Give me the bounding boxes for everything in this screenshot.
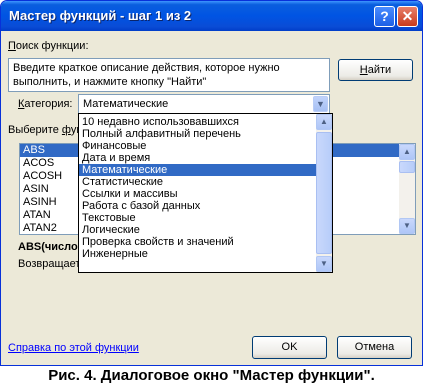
category-option[interactable]: 10 недавно использовавшихся xyxy=(79,116,317,128)
find-button[interactable]: Найти xyxy=(338,59,413,81)
cancel-button[interactable]: Отмена xyxy=(337,336,412,359)
category-option[interactable]: Финансовые xyxy=(79,140,317,152)
category-option[interactable]: Работа с базой данных xyxy=(79,200,317,212)
category-option[interactable]: Ссылки и массивы xyxy=(79,188,317,200)
function-list-label: Выберите фун xyxy=(8,124,83,136)
scroll-up-icon[interactable]: ▲ xyxy=(316,114,332,130)
ok-button[interactable]: OK xyxy=(252,336,327,359)
category-option[interactable]: Полный алфавитный перечень xyxy=(79,128,317,140)
category-option[interactable]: Инженерные xyxy=(79,248,317,260)
figure-caption: Рис. 4. Диалоговое окно "Мастер функции"… xyxy=(48,367,375,384)
category-value: Математические xyxy=(83,98,169,110)
category-option[interactable]: Математические xyxy=(79,164,317,176)
scroll-down-icon[interactable]: ▼ xyxy=(316,256,332,272)
function-signature: ABS(число xyxy=(18,241,78,253)
search-label: Поиск функции: xyxy=(8,40,89,52)
category-options: 10 недавно использовавшихся Полный алфави… xyxy=(79,116,317,260)
category-label: Категория: xyxy=(18,98,73,110)
search-input[interactable]: Введите краткое описание действия, котор… xyxy=(8,58,330,92)
help-icon[interactable]: ? xyxy=(374,6,395,27)
category-option[interactable]: Логические xyxy=(79,224,317,236)
help-link[interactable]: Справка по этой функции xyxy=(8,342,139,354)
function-wizard-dialog: Мастер функций - шаг 1 из 2 ? ✕ Поиск фу… xyxy=(0,0,423,366)
scroll-thumb[interactable] xyxy=(316,132,332,254)
category-dropdown-scrollbar[interactable]: ▲ ▼ xyxy=(316,114,332,272)
scroll-down-icon[interactable]: ▼ xyxy=(399,218,415,234)
category-dropdown[interactable]: 10 недавно использовавшихся Полный алфави… xyxy=(78,113,333,273)
title-bar[interactable]: Мастер функций - шаг 1 из 2 ? ✕ xyxy=(1,1,422,31)
scroll-up-icon[interactable]: ▲ xyxy=(399,144,415,160)
scroll-thumb[interactable] xyxy=(399,161,415,173)
category-option[interactable]: Текстовые xyxy=(79,212,317,224)
window-title: Мастер функций - шаг 1 из 2 xyxy=(9,8,192,23)
category-option[interactable]: Статистические xyxy=(79,176,317,188)
category-option[interactable]: Дата и время xyxy=(79,152,317,164)
category-select[interactable]: Математические ▼ xyxy=(78,94,330,114)
close-icon[interactable]: ✕ xyxy=(397,6,418,27)
chevron-down-icon[interactable]: ▼ xyxy=(313,96,328,112)
category-option[interactable]: Проверка свойств и значений xyxy=(79,236,317,248)
function-list-scrollbar[interactable]: ▲ ▼ xyxy=(399,144,415,234)
function-description: Возвращает xyxy=(18,258,81,270)
